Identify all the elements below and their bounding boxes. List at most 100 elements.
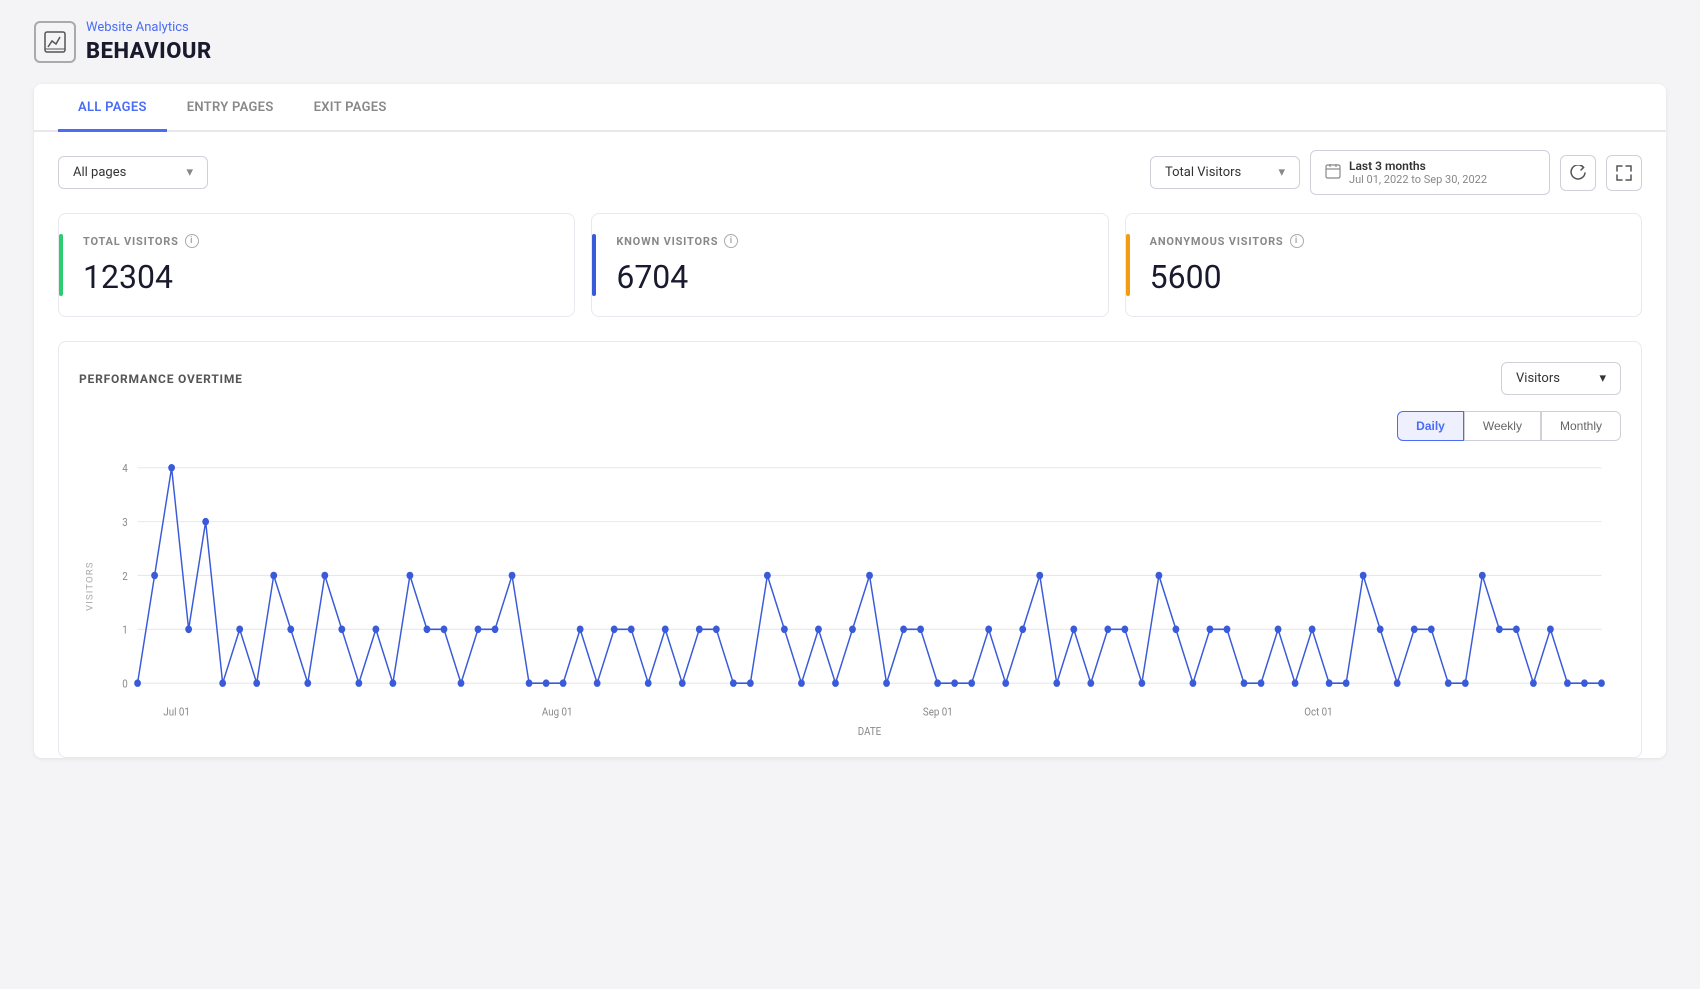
chart-dot — [1104, 626, 1111, 634]
chart-dot — [1241, 679, 1248, 687]
chart-header: PERFORMANCE OVERTIME Visitors ▾ — [79, 362, 1621, 395]
chart-dot — [1377, 626, 1384, 634]
chart-dot — [1224, 626, 1231, 634]
chart-dot — [526, 679, 533, 687]
chart-section: PERFORMANCE OVERTIME Visitors ▾ Daily We… — [58, 341, 1642, 758]
chart-dot — [236, 626, 243, 634]
chart-dot — [866, 572, 873, 580]
chart-dot — [968, 679, 975, 687]
tab-entry-pages[interactable]: ENTRY PAGES — [167, 84, 294, 132]
chart-dot — [1173, 626, 1180, 634]
metric-value-total: 12304 — [83, 258, 550, 296]
info-icon[interactable]: i — [724, 234, 738, 248]
chart-dot — [1155, 572, 1162, 580]
pages-filter-dropdown[interactable]: All pages ▾ — [58, 156, 208, 189]
chart-dot — [1530, 679, 1537, 687]
chart-dot — [253, 679, 260, 687]
metric-accent — [1126, 234, 1130, 296]
chart-dot — [951, 679, 958, 687]
chart-dot — [1581, 679, 1588, 687]
chart-dot — [1292, 679, 1299, 687]
metric-label: TOTAL VISITORS i — [83, 234, 550, 248]
chevron-down-icon: ▾ — [1599, 371, 1606, 386]
chart-dot — [815, 626, 822, 634]
chart-title: PERFORMANCE OVERTIME — [79, 372, 243, 386]
chart-dot — [560, 679, 567, 687]
page-icon — [34, 21, 76, 63]
chart-dot — [492, 626, 499, 634]
metric-card-total-visitors: TOTAL VISITORS i 12304 — [58, 213, 575, 317]
chevron-down-icon: ▾ — [186, 165, 193, 180]
chart-dot — [543, 679, 550, 687]
chart-dot — [900, 626, 907, 634]
chart-dot — [832, 679, 839, 687]
chart-dot — [1394, 679, 1401, 687]
date-range-dates: Jul 01, 2022 to Sep 30, 2022 — [1349, 173, 1487, 186]
period-btn-monthly[interactable]: Monthly — [1541, 411, 1621, 441]
svg-text:VISITORS: VISITORS — [85, 561, 95, 611]
chart-dot — [611, 626, 618, 634]
chart-dot — [355, 679, 362, 687]
chart-dot — [1002, 679, 1009, 687]
chart-dot — [1087, 679, 1094, 687]
chart-dot — [406, 572, 413, 580]
svg-text:0: 0 — [122, 677, 128, 691]
chart-dot — [475, 626, 482, 634]
breadcrumb[interactable]: Website Analytics — [86, 20, 212, 35]
tab-exit-pages[interactable]: EXIT PAGES — [294, 84, 407, 132]
metric-value-known: 6704 — [616, 258, 1083, 296]
svg-text:Oct 01: Oct 01 — [1304, 705, 1332, 719]
chart-dot — [338, 626, 345, 634]
chart-dot — [917, 626, 924, 634]
info-icon[interactable]: i — [185, 234, 199, 248]
refresh-button[interactable] — [1560, 155, 1596, 191]
date-to: Sep 30, 2022 — [1424, 173, 1487, 186]
period-buttons: Daily Weekly Monthly — [79, 411, 1621, 441]
svg-text:2: 2 — [122, 569, 128, 583]
chart-dot — [1019, 626, 1026, 634]
chart-dot — [168, 464, 175, 472]
chart-dot — [1479, 572, 1486, 580]
chart-dot — [389, 679, 396, 687]
svg-text:3: 3 — [122, 515, 128, 529]
chart-dot — [509, 572, 516, 580]
date-from: Jul 01, 2022 — [1349, 173, 1409, 186]
chart-dot — [679, 679, 686, 687]
metric-label: ANONYMOUS VISITORS i — [1150, 234, 1617, 248]
chart-dot — [1598, 679, 1605, 687]
chart-dot — [1343, 679, 1350, 687]
chart-dot — [441, 626, 448, 634]
chart-dot — [1070, 626, 1077, 634]
toolbar: All pages ▾ Total Visitors ▾ — [34, 132, 1666, 213]
chart-dot — [134, 679, 141, 687]
chart-dot — [628, 626, 635, 634]
chart-dot — [730, 679, 737, 687]
metric-filter-dropdown[interactable]: Total Visitors ▾ — [1150, 156, 1300, 189]
chart-dot — [304, 679, 311, 687]
chart-dot — [1036, 572, 1043, 580]
pages-filter-label: All pages — [73, 165, 126, 180]
chart-dot — [1547, 626, 1554, 634]
chart-dot — [372, 626, 379, 634]
chart-dot — [1462, 679, 1469, 687]
date-range-label: Last 3 months — [1349, 159, 1487, 173]
tab-all-pages[interactable]: ALL PAGES — [58, 84, 167, 132]
chart-dot — [1411, 626, 1418, 634]
chart-dot — [934, 679, 941, 687]
chart-metric-dropdown[interactable]: Visitors ▾ — [1501, 362, 1621, 395]
chart-dot — [1053, 679, 1060, 687]
chart-dot — [781, 626, 788, 634]
chart-svg: 4 3 2 1 0 VISITORS Jul 01 Aug 01 Sep 01 … — [79, 457, 1621, 737]
chart-dot — [747, 679, 754, 687]
chart-dot — [202, 518, 209, 526]
expand-button[interactable] — [1606, 155, 1642, 191]
chart-dot — [321, 572, 328, 580]
period-btn-weekly[interactable]: Weekly — [1464, 411, 1541, 441]
date-range-picker[interactable]: Last 3 months Jul 01, 2022 to Sep 30, 20… — [1310, 150, 1550, 195]
info-icon[interactable]: i — [1290, 234, 1304, 248]
metric-accent — [592, 234, 596, 296]
chart-dot — [1309, 626, 1316, 634]
period-btn-daily[interactable]: Daily — [1397, 411, 1464, 441]
chart-dot — [764, 572, 771, 580]
chart-dot — [1496, 626, 1503, 634]
